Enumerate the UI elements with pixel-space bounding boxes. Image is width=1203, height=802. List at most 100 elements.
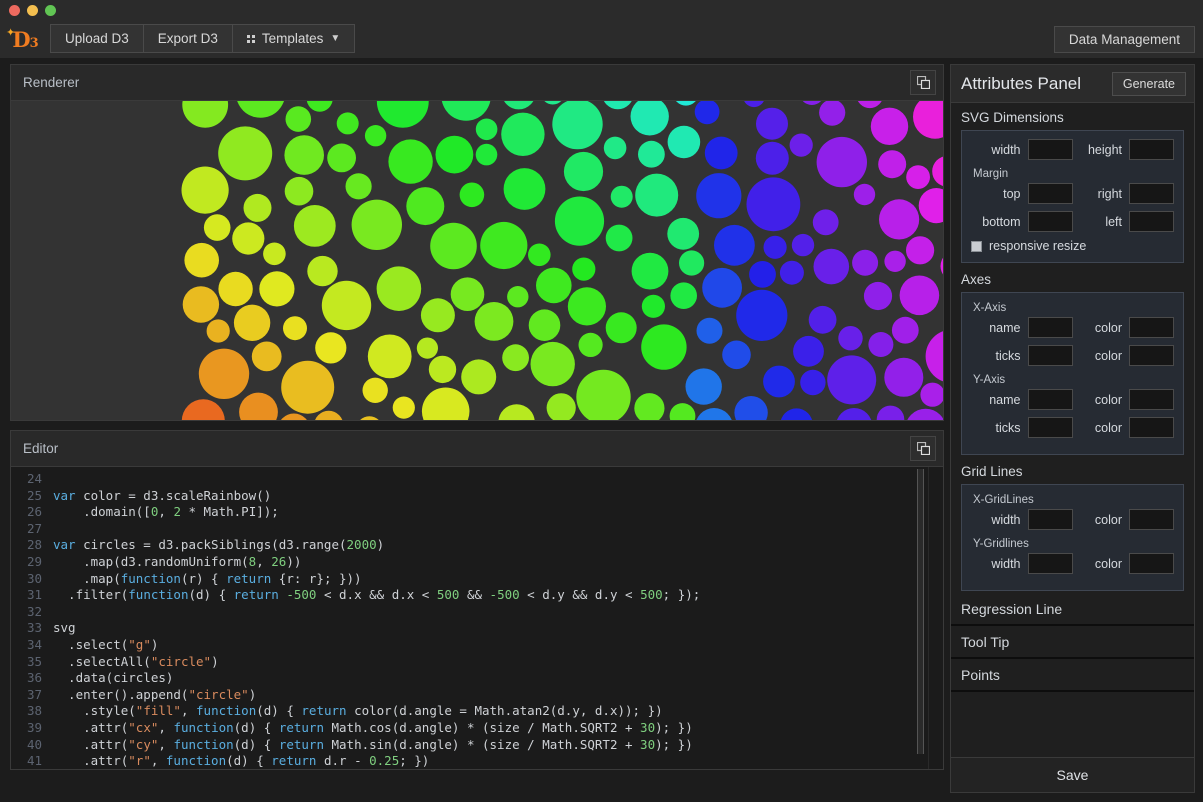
export-d3-button[interactable]: Export D3 (144, 24, 233, 53)
field-color: color (1073, 509, 1175, 530)
star-icon: ✦ (6, 28, 15, 39)
chevron-down-icon: ▼ (330, 33, 340, 44)
field-row: widthcolor (971, 509, 1174, 530)
code-line-content: var circles = d3.packSiblings(d3.range(2… (53, 537, 384, 554)
line-number: 37 (11, 687, 53, 704)
editor-body[interactable]: 2425var color = d3.scaleRainbow()26 .dom… (11, 467, 943, 769)
x-gridlines-width-input[interactable] (1028, 509, 1073, 530)
editor-popout-button[interactable] (910, 436, 936, 461)
field-ticks: ticks (971, 417, 1073, 438)
app-body: Renderer Editor (0, 58, 1203, 802)
svg-dimensions-margin-bottom-input[interactable] (1028, 211, 1073, 232)
field-label: top (1003, 187, 1027, 201)
code-line: 31 .filter(function(d) { return -500 < d… (11, 587, 943, 604)
generate-button[interactable]: Generate (1112, 72, 1186, 96)
editor-title: Editor (23, 441, 58, 456)
line-number: 31 (11, 587, 53, 604)
line-number: 33 (11, 620, 53, 637)
attributes-panel-title: Attributes Panel (961, 74, 1112, 94)
field-label: name (989, 393, 1027, 407)
svg-dimensions-height-input[interactable] (1129, 139, 1174, 160)
code-text-area[interactable]: 2425var color = d3.scaleRainbow()26 .dom… (11, 467, 943, 769)
x-axis-color-input[interactable] (1129, 317, 1174, 338)
line-number: 29 (11, 554, 53, 571)
export-d3-label: Export D3 (158, 31, 218, 46)
code-line-content: .domain([0, 2 * Math.PI]); (53, 504, 279, 521)
window-close-button[interactable] (9, 5, 20, 16)
renderer-canvas[interactable] (11, 101, 943, 420)
field-right: right (1073, 183, 1175, 204)
line-number: 34 (11, 637, 53, 654)
scrollbar-thumb[interactable] (917, 469, 924, 754)
upload-d3-button[interactable]: Upload D3 (50, 24, 144, 53)
app-logo: ✦ D3 (0, 20, 50, 58)
x-axis-name-input[interactable] (1028, 317, 1073, 338)
section-group-svg-dimensions: widthheightMargintoprightbottomleftrespo… (961, 130, 1184, 263)
code-line: 24 (11, 471, 943, 488)
section-label-grid-lines: Grid Lines (951, 457, 1194, 484)
code-line: 38 .style("fill", function(d) { return c… (11, 703, 943, 720)
field-color: color (1073, 417, 1175, 438)
field-row: name color (971, 317, 1174, 338)
collapsed-section-tool-tip[interactable]: Tool Tip (951, 626, 1194, 659)
line-number: 30 (11, 571, 53, 588)
y-axis-ticks-input[interactable] (1028, 417, 1073, 438)
sub-label-x-axis: X-Axis (971, 301, 1174, 317)
code-line-content: .map(function(r) { return {r: r}; })) (53, 571, 362, 588)
field-row: tickscolor (971, 417, 1174, 438)
code-line-content: .attr("cx", function(d) { return Math.co… (53, 720, 693, 737)
code-line-content: .attr("cy", function(d) { return Math.si… (53, 737, 693, 754)
window-minimize-button[interactable] (27, 5, 38, 16)
window-maximize-button[interactable] (45, 5, 56, 16)
svg-dimensions-width-input[interactable] (1028, 139, 1073, 160)
right-column: Attributes Panel Generate SVG Dimensions… (950, 58, 1203, 802)
save-button[interactable]: Save (951, 758, 1194, 792)
code-line-content: .attr("r", function(d) { return d.r - 0.… (53, 753, 429, 769)
y-gridlines-width-input[interactable] (1028, 553, 1073, 574)
data-management-button[interactable]: Data Management (1054, 26, 1195, 53)
responsive-resize-row[interactable]: responsive resize (971, 239, 1174, 253)
code-line-content: .enter().append("circle") (53, 687, 256, 704)
code-line-content: .style("fill", function(d) { return colo… (53, 703, 663, 720)
collapsed-section-points[interactable]: Points (951, 659, 1194, 692)
y-axis-color-input[interactable] (1129, 389, 1174, 410)
code-line: 33svg (11, 620, 943, 637)
responsive-resize-checkbox[interactable] (971, 241, 982, 252)
code-line: 41 .attr("r", function(d) { return d.r -… (11, 753, 943, 769)
field-label: width (991, 557, 1027, 571)
field-label: color (1095, 349, 1129, 363)
svg-dimensions-margin-left-input[interactable] (1129, 211, 1174, 232)
renderer-title: Renderer (23, 75, 79, 90)
collapsed-section-regression-line[interactable]: Regression Line (951, 593, 1194, 626)
field-ticks: ticks (971, 345, 1073, 366)
code-line-content: .map(d3.randomUniform(8, 26)) (53, 554, 301, 571)
field-color: color (1073, 553, 1175, 574)
field-width: width (971, 509, 1073, 530)
sub-label-y-gridlines: Y-Gridlines (971, 537, 1174, 553)
y-axis-color-input[interactable] (1129, 417, 1174, 438)
code-line-content: .selectAll("circle") (53, 654, 219, 671)
field-label: name (989, 321, 1027, 335)
line-number: 28 (11, 537, 53, 554)
attributes-panel-header: Attributes Panel Generate (951, 65, 1194, 103)
y-axis-name-input[interactable] (1028, 389, 1073, 410)
y-gridlines-color-input[interactable] (1129, 553, 1174, 574)
renderer-popout-button[interactable] (910, 70, 936, 95)
code-line: 34 .select("g") (11, 637, 943, 654)
x-axis-ticks-input[interactable] (1028, 345, 1073, 366)
field-name: name (971, 317, 1073, 338)
popout-window-icon (917, 76, 930, 89)
line-number: 36 (11, 670, 53, 687)
field-color: color (1073, 317, 1175, 338)
line-number: 24 (11, 471, 53, 488)
x-axis-color-input[interactable] (1129, 345, 1174, 366)
svg-dimensions-margin-top-input[interactable] (1028, 183, 1073, 204)
code-line-content: svg (53, 620, 76, 637)
editor-vertical-scrollbar[interactable] (917, 469, 926, 767)
field-row: width color (971, 553, 1174, 574)
x-gridlines-color-input[interactable] (1129, 509, 1174, 530)
renderer-panel: Renderer (10, 64, 944, 421)
svg-dimensions-margin-right-input[interactable] (1129, 183, 1174, 204)
code-line: 28var circles = d3.packSiblings(d3.range… (11, 537, 943, 554)
templates-button[interactable]: Templates ▼ (233, 24, 355, 53)
